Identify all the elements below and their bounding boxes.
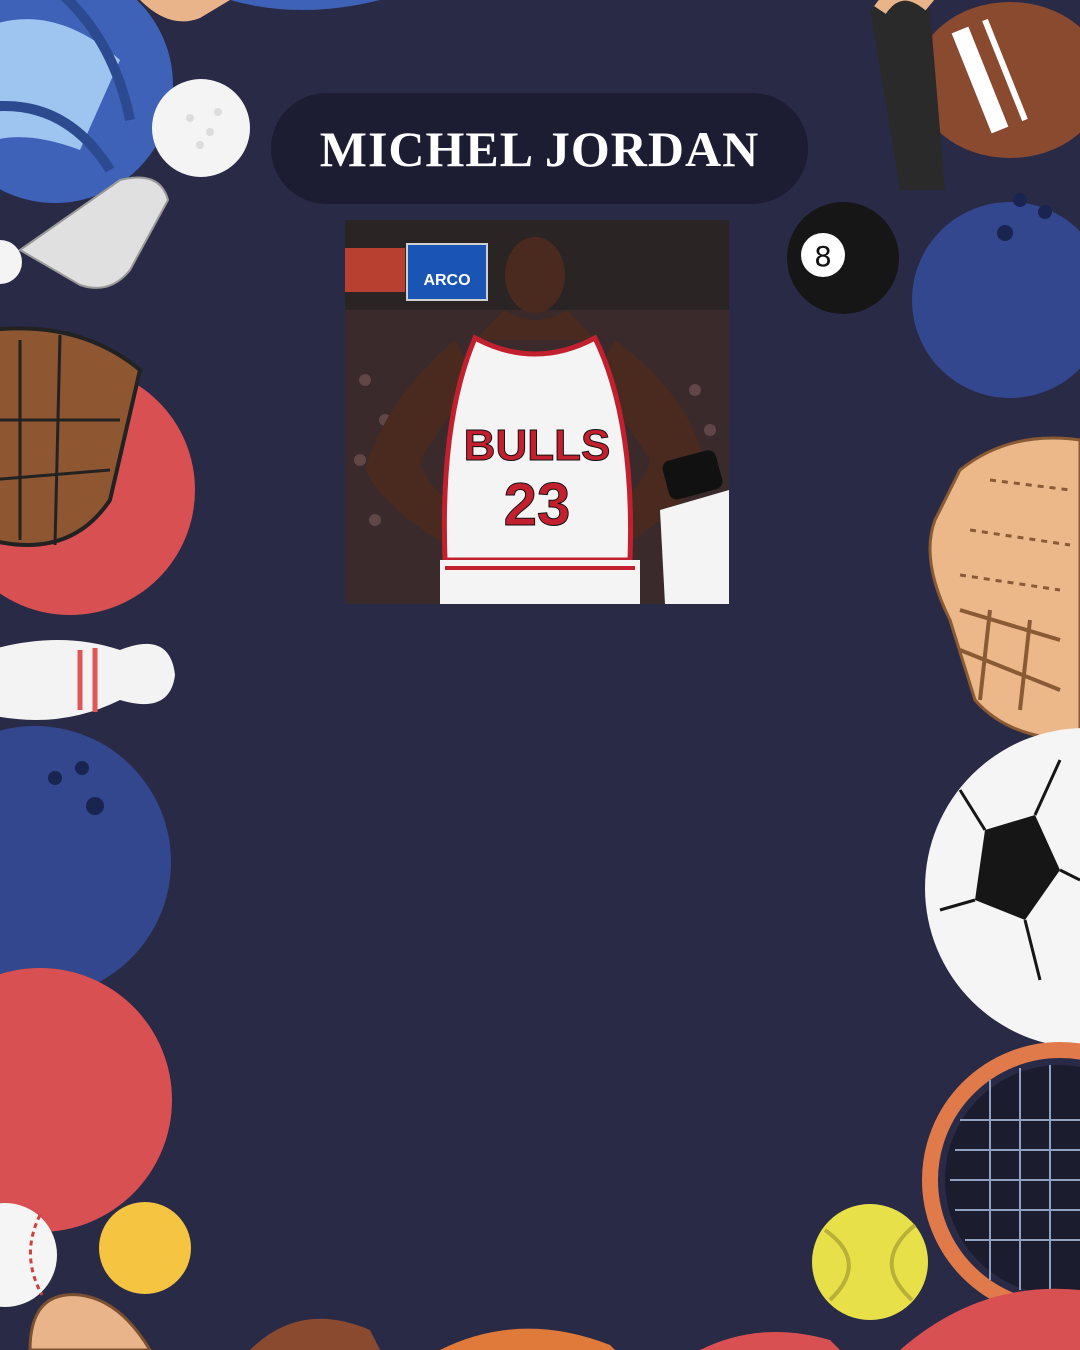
baseball-glove-icon [928,436,1080,742]
player-photo: ARCO BULLS 23 [345,220,729,604]
tennis-ball-icon [99,1202,191,1294]
red-ball-icon [700,1332,840,1350]
football-icon [870,0,1080,190]
tennis-ball-icon [812,1204,928,1320]
jersey-team-text: BULLS [464,421,611,470]
jersey-number-text: 23 [504,471,571,538]
red-ball-icon [0,968,172,1232]
bowling-pin-icon [0,640,175,720]
top-accent-shape [140,0,230,22]
soccer-ball-icon [925,728,1080,1048]
baseball-glove-icon [28,1293,152,1350]
poster: 8 MICHEL JORDAN ARCO BULLS 23 [0,0,1080,1350]
player-photo-illustration: ARCO BULLS 23 [345,220,729,604]
billiard-8-ball-icon: 8 [787,202,899,314]
volleyball-icon [0,0,173,203]
bowling-ball-icon [0,726,171,998]
basketball-icon [440,1328,615,1350]
football-icon [250,1318,380,1350]
page-title: MICHEL JORDAN [319,120,760,177]
arena-sign-text: ARCO [423,272,470,289]
golf-ball-icon [152,79,250,177]
title-banner: MICHEL JORDAN [271,93,808,204]
svg-text:8: 8 [814,240,832,273]
tennis-racket-icon [922,1042,1080,1318]
bowling-ball-icon [912,193,1080,398]
top-accent-shape [230,0,380,10]
